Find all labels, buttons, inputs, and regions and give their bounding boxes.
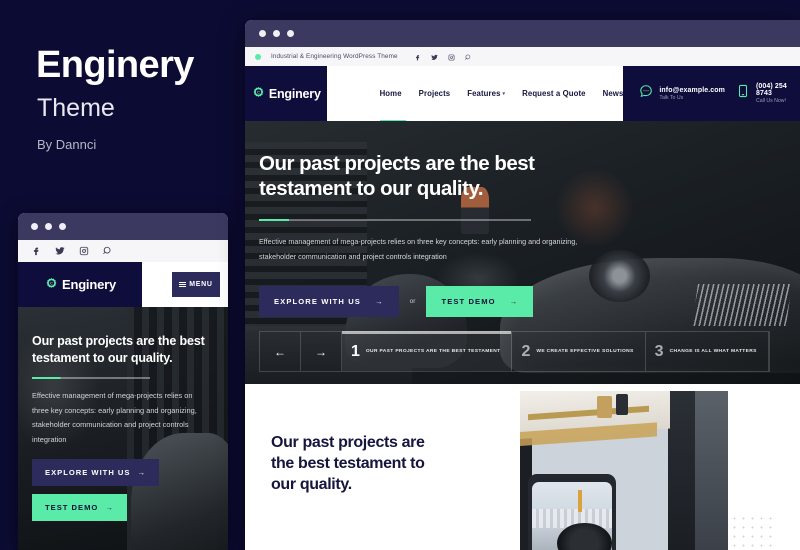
search-icon[interactable] (464, 48, 472, 66)
twitter-icon[interactable] (430, 48, 438, 66)
chrome-dot-close[interactable] (259, 30, 266, 37)
facebook-icon[interactable] (414, 48, 421, 66)
arrow-right-icon: → (105, 503, 114, 512)
instagram-icon[interactable] (448, 48, 455, 66)
mobile-topbar (18, 240, 228, 262)
mobile-hero-divider (32, 377, 150, 380)
hamburger-icon (179, 280, 187, 289)
desktop-hero-section: Our past projects are the best testament… (245, 121, 800, 384)
chrome-dot-close[interactable] (31, 223, 38, 230)
theme-subtitle: Theme (37, 94, 115, 122)
arrow-right-icon: → (509, 297, 519, 306)
desktop-hero-divider (259, 219, 531, 222)
nav-label: News (602, 89, 624, 98)
desktop-logo[interactable]: C Enginery (245, 66, 327, 121)
mobile-demo-label: TEST DEMO (45, 503, 99, 512)
slider-thumb-2[interactable]: 2 WE CREATE EFFECTIVE SOLUTIONS (512, 332, 646, 371)
mobile-hero-text: Effective management of mega-projects re… (32, 391, 197, 444)
instagram-icon[interactable] (78, 246, 89, 257)
theme-title: Enginery (36, 44, 194, 86)
mobile-logo-text: Enginery (61, 277, 117, 292)
status-dot-icon (255, 53, 261, 60)
chrome-dot-minimize[interactable] (45, 223, 52, 230)
slider-prev-button[interactable]: ← (260, 332, 301, 371)
about-section-title: Our past projects are the best testament… (271, 434, 425, 494)
nav-item-news[interactable]: News (603, 89, 624, 98)
mobile-hero-section: Our past projects are the best testament… (18, 307, 228, 550)
desktop-demo-button[interactable]: TEST DEMO → (426, 286, 534, 317)
nav-label: Projects (418, 89, 451, 98)
slider-thumb-label: OUR PAST PROJECTS ARE THE BEST TESTAMENT (365, 348, 501, 354)
desktop-logo-text: Enginery (268, 86, 321, 101)
nav-label: Request a Quote (522, 89, 586, 98)
desktop-hero-title: Our past projects are the best testament… (259, 152, 535, 200)
chrome-dot-minimize[interactable] (273, 30, 280, 37)
nav-item-projects[interactable]: Projects (419, 89, 451, 98)
nav-label: Home (379, 89, 402, 98)
nav-item-request-a-quote[interactable]: Request a Quote (522, 89, 585, 98)
contact-phone: (004) 254 8743 (756, 83, 787, 97)
desktop-preview-mockup: Industrial & Engineering WordPress Theme… (245, 20, 800, 550)
chevron-down-icon: ▾ (502, 90, 506, 97)
or-separator-label: or (409, 298, 416, 305)
slider-thumb-label: WE CREATE EFFECTIVE SOLUTIONS (536, 348, 634, 354)
desktop-about-section: Our past projects are the best testament… (245, 384, 800, 550)
mobile-menu-label: MENU (189, 281, 213, 288)
theme-author: By Dannci (37, 137, 97, 152)
slider-thumb-3[interactable]: 3 CHANGE IS ALL WHAT MATTERS (646, 332, 769, 371)
arrow-right-icon: → (374, 297, 384, 306)
twitter-icon[interactable] (54, 246, 65, 257)
slider-thumb-number: 3 (654, 342, 664, 360)
chrome-dot-maximize[interactable] (59, 223, 66, 230)
mobile-browser-chrome (18, 213, 228, 240)
contact-email-block[interactable]: info@example.com Talk To Us (639, 84, 725, 103)
desktop-nav-menu: Home Projects Features ▾ Request a Quote … (327, 66, 624, 124)
gear-logo-icon: C (46, 278, 57, 288)
contact-phone-block[interactable]: (004) 254 8743 Call Us Now! (736, 83, 800, 104)
slider-next-button[interactable]: → (301, 332, 342, 371)
about-section-photo (520, 391, 728, 550)
contact-phone-label: Call Us Now! (756, 98, 786, 104)
hero-slider-navigation: ← → 1 OUR PAST PROJECTS ARE THE BEST TES… (259, 331, 770, 372)
slider-thumb-1[interactable]: 1 OUR PAST PROJECTS ARE THE BEST TESTAME… (342, 331, 513, 371)
chat-bubble-icon (639, 84, 653, 103)
desktop-explore-label: EXPLORE WITH US (274, 297, 361, 306)
mobile-phone-icon (736, 84, 750, 103)
desktop-explore-button[interactable]: EXPLORE WITH US → (259, 286, 399, 317)
nav-item-features[interactable]: Features ▾ (467, 89, 505, 98)
mobile-explore-button[interactable]: EXPLORE WITH US → (32, 459, 160, 486)
nav-item-home[interactable]: Home (380, 89, 402, 98)
arrow-right-icon: → (315, 344, 327, 359)
desktop-navbar: C Enginery Home Projects Features ▾ Reque… (245, 66, 800, 124)
mobile-hero-title: Our past projects are the best testament… (32, 334, 205, 365)
facebook-icon[interactable] (30, 246, 41, 257)
svg-text:C: C (257, 91, 260, 95)
topbar-tagline: Industrial & Engineering WordPress Theme (271, 53, 398, 60)
mobile-explore-label: EXPLORE WITH US (45, 468, 131, 477)
mobile-preview-mockup: C Enginery MENU Our past projects are th… (18, 213, 228, 550)
arrow-left-icon: ← (274, 344, 286, 359)
desktop-hero-text: Effective management of mega-projects re… (259, 237, 578, 261)
slider-thumb-number: 1 (351, 342, 360, 360)
mobile-menu-button[interactable]: MENU (172, 272, 220, 297)
contact-email-label: Talk To Us (659, 94, 684, 101)
slider-thumb-number: 2 (521, 342, 531, 360)
mobile-navbar: C Enginery MENU (18, 262, 228, 307)
contact-email: info@example.com (659, 86, 725, 94)
chrome-dot-maximize[interactable] (287, 30, 294, 37)
svg-text:C: C (50, 282, 53, 286)
desktop-browser-chrome (245, 20, 800, 47)
mobile-logo[interactable]: C Enginery (18, 262, 142, 307)
gear-logo-icon: C (253, 87, 264, 97)
arrow-right-icon: → (137, 468, 147, 477)
mobile-demo-button[interactable]: TEST DEMO → (32, 494, 127, 521)
desktop-demo-label: TEST DEMO (441, 297, 496, 306)
search-icon[interactable] (102, 246, 113, 257)
desktop-topbar: Industrial & Engineering WordPress Theme (245, 47, 800, 66)
slider-thumb-label: CHANGE IS ALL WHAT MATTERS (669, 348, 757, 354)
nav-label: Features (467, 89, 501, 98)
header-contact-block: info@example.com Talk To Us (004) 254 87… (623, 66, 800, 121)
